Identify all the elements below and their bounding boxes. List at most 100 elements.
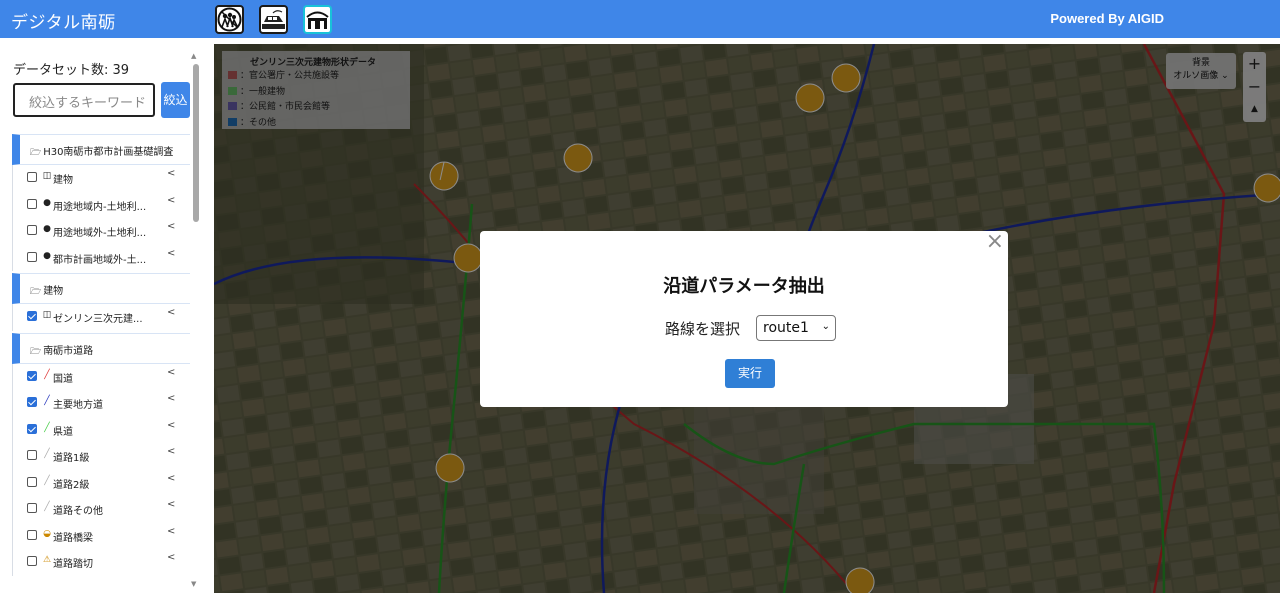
layer-checkbox[interactable]: [27, 172, 37, 182]
list-item[interactable]: ╱ 道路その他 <: [13, 496, 190, 523]
dot-icon: ●: [43, 250, 51, 261]
layer-label: 国道: [53, 373, 73, 385]
dataset-tree: 🗁 H30南砺市都市計画基礎調査 ◫ 建物 < ● 用途地域内-土地利... < ● 用途…: [12, 134, 190, 578]
share-icon[interactable]: <: [167, 446, 175, 457]
close-icon[interactable]: ×: [986, 229, 1004, 254]
search-input[interactable]: 絞込するキーワード: [13, 83, 155, 117]
list-item[interactable]: ● 用途地域外-土地利... <: [13, 218, 190, 245]
route-select-value: route1: [763, 320, 809, 336]
list-item[interactable]: ◫ 建物 <: [13, 165, 190, 192]
people-group-icon[interactable]: [215, 5, 244, 34]
group-roads[interactable]: 🗁 南砺市道路: [12, 332, 190, 364]
list-item[interactable]: ╱ 道路1級 <: [13, 443, 190, 470]
share-icon[interactable]: <: [167, 168, 175, 179]
list-item[interactable]: ⚠ 道路踏切 <: [13, 549, 190, 576]
share-icon[interactable]: <: [167, 420, 175, 431]
layer-label: 用途地域外-土地利...: [53, 228, 147, 239]
vehicle-icon[interactable]: [259, 5, 288, 34]
dot-icon: ●: [43, 224, 51, 234]
layer-checkbox[interactable]: [27, 370, 37, 381]
search-button[interactable]: 絞込: [161, 82, 190, 118]
layer-checkbox[interactable]: [27, 251, 37, 262]
share-icon[interactable]: <: [167, 552, 175, 563]
layer-label: 道路その他: [53, 506, 103, 517]
layer-checkbox[interactable]: [27, 450, 37, 460]
list-item[interactable]: ╱ 主要地方道 <: [13, 390, 190, 417]
scrollbar-thumb[interactable]: [193, 64, 199, 222]
folder-open-icon: 🗁: [30, 148, 42, 158]
list-item[interactable]: ◫ ゼンリン三次元建... <: [13, 304, 190, 331]
group-buildings[interactable]: 🗁 建物: [12, 273, 190, 304]
route-select[interactable]: route1 ⌄: [756, 315, 836, 341]
dot-icon: ●: [43, 197, 51, 208]
scroll-up-icon[interactable]: ▲: [191, 52, 196, 60]
sidebar: データセット数: 39 絞込するキーワード 絞込 🗁 H30南砺市都市計画基礎調…: [0, 38, 214, 602]
share-icon[interactable]: <: [167, 367, 175, 378]
line-green-icon: ╱: [44, 422, 50, 433]
layer-checkbox[interactable]: [27, 397, 37, 407]
layer-label: 県道: [53, 426, 73, 438]
layer-label: 建物: [53, 175, 73, 186]
roadside-parameter-dialog: × 沿道パラメータ抽出 路線を選択 route1 ⌄ 実行: [480, 229, 1008, 407]
scroll-down-icon[interactable]: ▼: [191, 580, 196, 588]
layer-label: 道路踏切: [53, 559, 93, 570]
layer-checkbox[interactable]: [27, 476, 37, 487]
group-label: H30南砺市都市計画基礎調査: [43, 147, 174, 158]
route-select-label: 路線を選択: [665, 320, 741, 338]
layer-checkbox[interactable]: [27, 225, 37, 235]
layer-label: 主要地方道: [53, 400, 103, 411]
chevron-down-icon: ⌄: [821, 321, 830, 332]
layer-label: 用途地域内-土地利...: [53, 201, 147, 213]
layer-label: 道路1級: [53, 453, 90, 464]
share-icon[interactable]: <: [167, 473, 175, 484]
layer-checkbox[interactable]: [27, 198, 37, 209]
group-items: ╱ 国道 < ╱ 主要地方道 < ╱ 県道 < ╱ 道路1級 < ╱ 道路2級 < ╱ 道路その他 < …: [12, 363, 190, 576]
layer-checkbox[interactable]: [27, 503, 37, 513]
share-icon[interactable]: <: [167, 221, 175, 232]
powered-by-label: Powered By AIGID: [1050, 11, 1164, 26]
bridge-icon: ◒: [43, 528, 51, 539]
dataset-count: データセット数: 39: [13, 63, 130, 78]
layer-checkbox[interactable]: [27, 529, 37, 540]
group-label: 南砺市道路: [43, 345, 94, 357]
line-blue-icon: ╱: [44, 396, 50, 406]
group-h30-survey[interactable]: 🗁 H30南砺市都市計画基礎調査: [12, 134, 190, 165]
building-outline-icon: ◫: [42, 171, 52, 181]
share-icon[interactable]: <: [167, 195, 175, 206]
app-title[interactable]: デジタル南砺: [11, 8, 116, 33]
share-icon[interactable]: <: [167, 248, 175, 259]
layer-label: 都市計画地域外-土...: [53, 254, 147, 266]
top-bar: デジタル南砺 Powered By AIGID: [0, 0, 1280, 38]
group-items: ◫ ゼンリン三次元建... <: [12, 304, 190, 331]
line-gray-icon: ╱: [44, 475, 50, 486]
group-items: ◫ 建物 < ● 用途地域内-土地利... < ● 用途地域外-土地利... < ● 都市計画…: [12, 165, 190, 271]
folder-open-icon: 🗁: [30, 287, 42, 297]
layer-label: 道路橋梁: [53, 532, 93, 544]
share-icon[interactable]: <: [167, 393, 175, 404]
run-button[interactable]: 実行: [725, 359, 775, 388]
line-red-icon: ╱: [44, 369, 50, 380]
dialog-title: 沿道パラメータ抽出: [663, 276, 825, 297]
building-gate-icon[interactable]: [303, 5, 332, 34]
line-gray-icon: ╱: [44, 502, 50, 512]
list-item[interactable]: ● 用途地域内-土地利... <: [13, 192, 190, 219]
layer-checkbox[interactable]: [27, 556, 37, 566]
list-item[interactable]: ╱ 道路2級 <: [13, 470, 190, 497]
crossing-icon: ⚠: [42, 555, 52, 565]
list-item[interactable]: ◒ 道路橋梁 <: [13, 523, 190, 550]
line-gray-icon: ╱: [44, 449, 50, 459]
building-outline-icon: ◫: [42, 310, 52, 320]
layer-label: ゼンリン三次元建...: [53, 314, 143, 325]
share-icon[interactable]: <: [167, 307, 175, 318]
list-item[interactable]: ╱ 県道 <: [13, 417, 190, 444]
group-label: 建物: [43, 286, 64, 297]
sidebar-scrollbar[interactable]: ▲ ▼: [191, 52, 200, 588]
layer-checkbox[interactable]: [27, 423, 37, 434]
layer-checkbox[interactable]: [27, 311, 37, 321]
share-icon[interactable]: <: [167, 499, 175, 510]
list-item[interactable]: ● 都市計画地域外-土... <: [13, 245, 190, 272]
layer-label: 道路2級: [53, 479, 90, 491]
folder-open-icon: 🗁: [30, 346, 42, 357]
list-item[interactable]: ╱ 国道 <: [13, 364, 190, 391]
share-icon[interactable]: <: [167, 526, 175, 537]
